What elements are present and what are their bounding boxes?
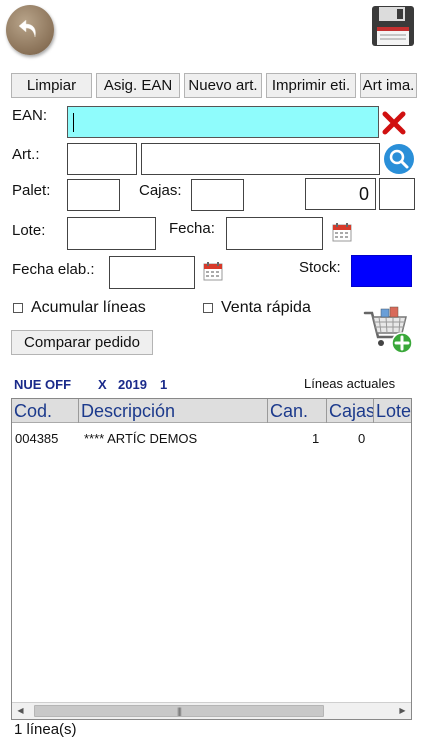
new-item-button[interactable]: Nuevo art. (184, 73, 262, 98)
lot-label: Lote: (12, 222, 46, 239)
calendar-icon (332, 223, 352, 242)
pallet-label: Palet: (12, 182, 51, 199)
line-count-status: 1 línea(s) (14, 721, 77, 738)
accumulate-lines-checkbox[interactable] (13, 303, 23, 313)
current-lines-label: Líneas actuales (304, 376, 396, 391)
pallet-input[interactable] (67, 179, 120, 211)
back-arrow-icon (18, 19, 36, 38)
table-header: Cod. Descripción Can. Cajas Lote (12, 399, 411, 423)
stock-label: Stock: (299, 259, 341, 276)
column-header-quantity[interactable]: Can. (268, 399, 327, 423)
calendar-icon (203, 262, 223, 281)
table-row[interactable]: 004385 **** ARTÍC DEMOS 1 0 (12, 424, 411, 454)
document-year: 2019 (118, 377, 147, 392)
save-button[interactable] (371, 5, 415, 47)
item-description-input[interactable] (141, 143, 380, 175)
document-series: NUE OFF (14, 377, 72, 392)
row-description: **** ARTÍC DEMOS (84, 431, 198, 446)
unit-input[interactable] (379, 178, 415, 210)
close-icon (382, 111, 406, 135)
stock-indicator (351, 255, 412, 287)
ean-label: EAN: (12, 107, 48, 124)
boxes-input[interactable] (191, 179, 244, 211)
row-boxes: 0 (358, 431, 366, 446)
horizontal-scrollbar[interactable]: ◀ ||| ▶ (12, 702, 411, 719)
lot-input[interactable] (67, 217, 156, 250)
scroll-left-arrow-icon[interactable]: ◀ (12, 703, 29, 719)
assign-ean-button[interactable]: Asig. EAN (96, 73, 180, 98)
floppy-disk-icon (372, 6, 414, 46)
scrollbar-thumb[interactable]: ||| (34, 705, 324, 717)
table-empty-area (12, 454, 411, 702)
item-code-input[interactable] (67, 143, 137, 175)
text-cursor (73, 113, 74, 132)
add-to-cart-button[interactable] (362, 305, 414, 355)
date-picker-button[interactable] (332, 222, 352, 242)
date-label: Fecha: (169, 220, 215, 237)
document-number: 1 (160, 377, 168, 392)
item-label: Art.: (12, 146, 40, 163)
accumulate-lines-label: Acumular líneas (31, 299, 146, 316)
quantity-input[interactable]: 0 (305, 178, 376, 210)
column-header-lot[interactable]: Lote (374, 399, 411, 423)
mfg-date-label: Fecha elab.: (12, 261, 95, 278)
compare-order-button[interactable]: Comparar pedido (11, 330, 153, 355)
ean-input[interactable] (67, 106, 379, 138)
search-icon (384, 144, 414, 174)
scroll-right-arrow-icon[interactable]: ▶ (394, 703, 411, 719)
clear-button[interactable]: Limpiar (11, 73, 92, 98)
grip-icon: ||| (176, 706, 182, 716)
boxes-label: Cajas: (139, 182, 182, 199)
document-type: X (98, 377, 107, 392)
column-header-description[interactable]: Descripción (79, 399, 268, 423)
lines-table[interactable]: Cod. Descripción Can. Cajas Lote 004385 … (11, 398, 412, 720)
quick-sale-checkbox[interactable] (203, 303, 213, 313)
quick-sale-label: Venta rápida (221, 299, 311, 316)
date-input[interactable] (226, 217, 323, 250)
mfg-date-picker-button[interactable] (203, 261, 223, 281)
row-quantity: 1 (312, 431, 320, 446)
clear-ean-button[interactable] (381, 110, 407, 136)
print-label-button[interactable]: Imprimir eti. (266, 73, 356, 98)
item-image-button[interactable]: Art ima. (360, 73, 417, 98)
search-item-button[interactable] (383, 143, 415, 175)
cart-add-icon (363, 306, 413, 354)
mfg-date-input[interactable] (109, 256, 195, 289)
row-code: 004385 (15, 431, 59, 446)
column-header-code[interactable]: Cod. (12, 399, 79, 423)
column-header-boxes[interactable]: Cajas (327, 399, 374, 423)
back-button[interactable] (6, 5, 54, 55)
